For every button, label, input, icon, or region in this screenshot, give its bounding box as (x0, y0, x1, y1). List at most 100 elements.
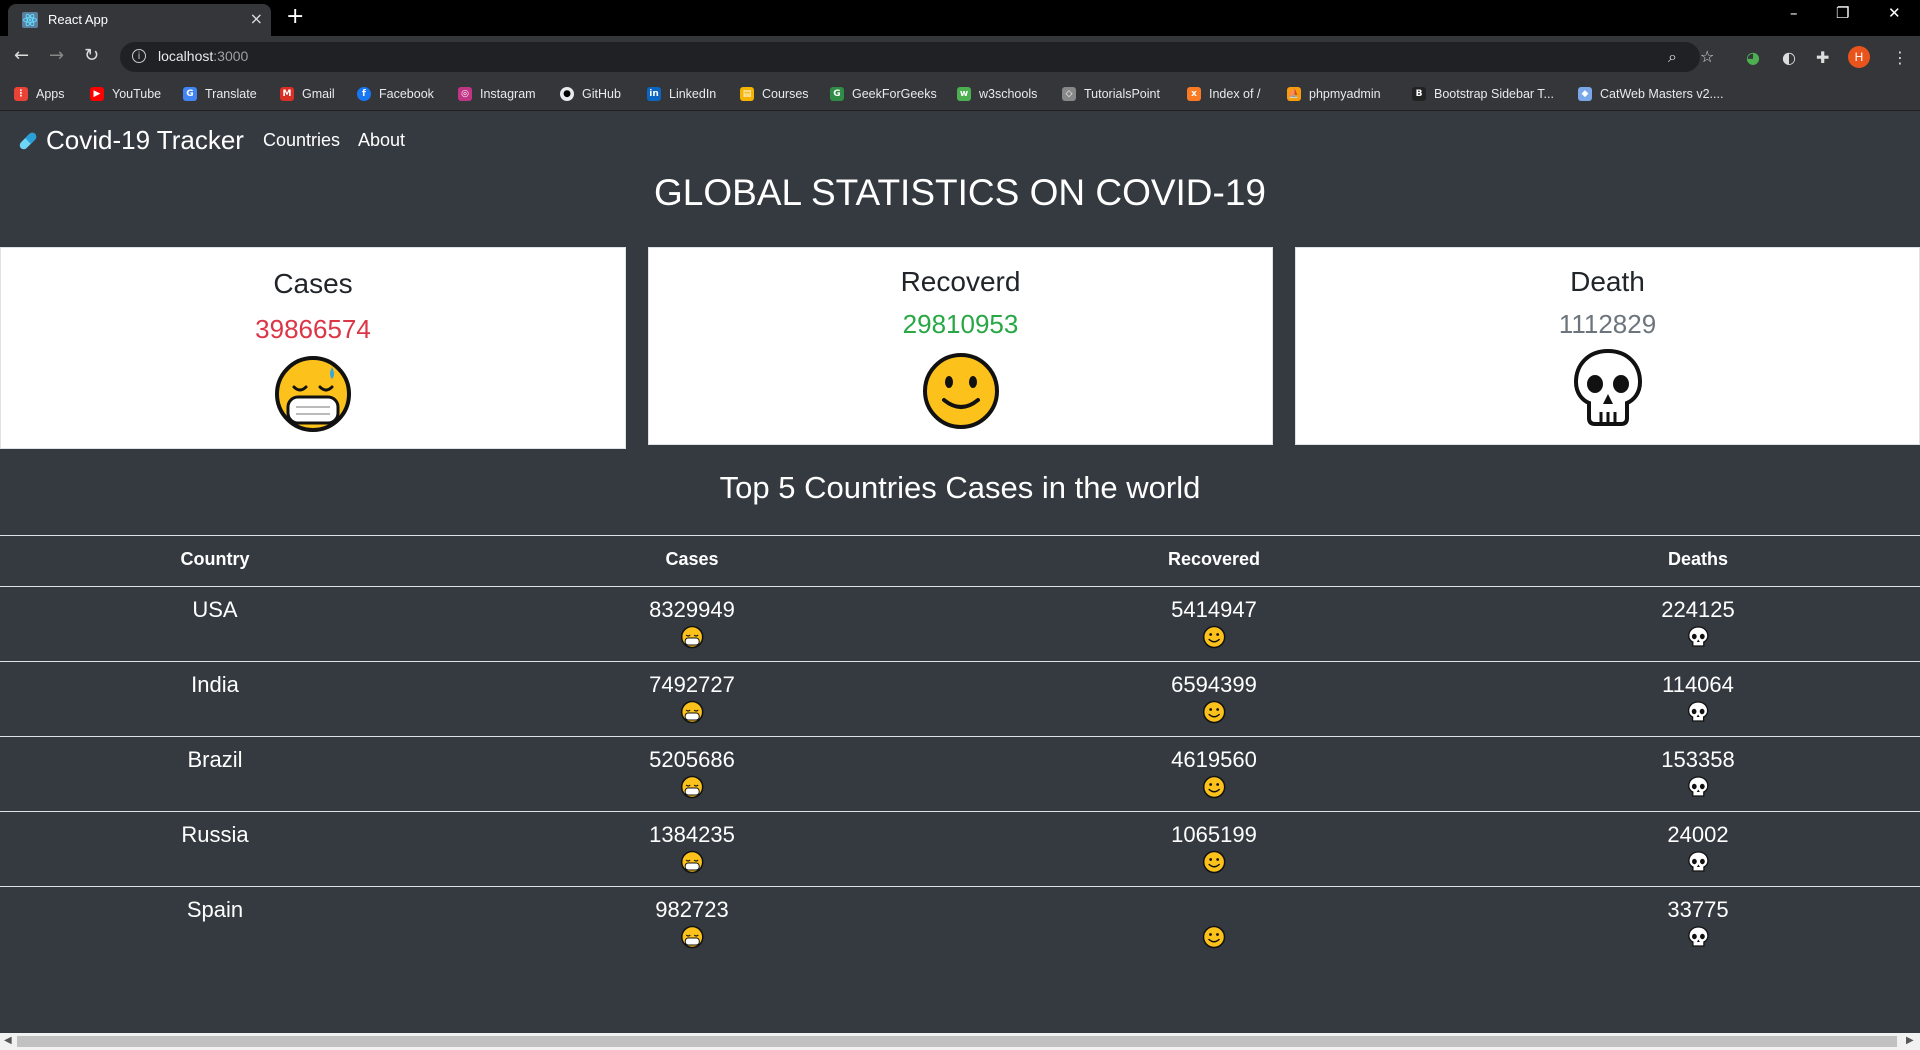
zoom-icon[interactable]: ⌕ (1668, 47, 1677, 67)
bookmark-tutorialspoint[interactable]: ◇ TutorialsPoint (1062, 84, 1160, 104)
brand-link[interactable]: Covid-19 Tracker (16, 125, 244, 156)
skull-emoji (1687, 926, 1709, 947)
tutorialspoint-icon: ◇ (1062, 87, 1076, 101)
bookmark-instagram[interactable]: ◎ Instagram (458, 84, 536, 104)
bookmark-linkedin[interactable]: in LinkedIn (647, 84, 716, 104)
mask-face-emoji (680, 775, 704, 799)
deaths-value: 24002 (1667, 822, 1729, 847)
app-navbar: Covid-19 Tracker Countries About (0, 110, 1920, 172)
restore-icon[interactable]: ❐ (1836, 4, 1849, 22)
country-cell: Brazil (187, 747, 242, 773)
bookmark-courses[interactable]: ▤ Courses (740, 84, 809, 104)
recovered-value: 29810953 (902, 309, 1019, 339)
skull-emoji (1687, 626, 1709, 647)
death-value: 1112829 (1558, 309, 1657, 339)
country-cell: Spain (187, 897, 243, 923)
scroll-right-icon[interactable]: ▶ (1906, 1035, 1914, 1046)
smile-face-emoji (1202, 700, 1226, 724)
minimize-icon[interactable]: – (1790, 4, 1798, 22)
phpmyadmin-icon: ⛵ (1287, 87, 1301, 101)
bookmark-github[interactable]: ● GitHub (560, 84, 621, 104)
cases-value: 39866574 (255, 314, 371, 344)
recovered-value (1202, 897, 1226, 923)
menu-kebab-icon[interactable]: ⋮ (1892, 48, 1908, 67)
bookmark-index-of[interactable]: x Index of / (1187, 84, 1260, 104)
tab-close-icon[interactable]: × (250, 9, 263, 28)
cases-cell: 982723 (655, 897, 729, 949)
smile-face-emoji (922, 353, 999, 429)
scrollbar-thumb[interactable] (17, 1036, 1897, 1047)
deaths-value: 33775 (1667, 897, 1729, 922)
address-bar[interactable]: i localhost:3000 ⌕ ☆ (120, 42, 1714, 72)
country-value: India (191, 672, 239, 697)
capsule-icon (19, 132, 37, 149)
country-value: Brazil (187, 747, 243, 772)
deaths-cell: 24002 (1667, 822, 1729, 874)
deaths-value: 114064 (1662, 672, 1734, 697)
skull-emoji (1687, 851, 1709, 872)
recovered-cell (1202, 897, 1226, 949)
react-logo-icon (22, 12, 38, 28)
header-recovered: Recovered (1167, 549, 1261, 569)
browser-toolbar: ← → ↻ i localhost:3000 ⌕ ☆ ◕ ◐ ✚ H ⋮ (0, 36, 1920, 78)
section-title: Top 5 Countries Cases in the world (719, 470, 1201, 505)
table-row: Russia 1384235 1065199 24002 (0, 812, 1920, 887)
bookmark-geekforgeeks[interactable]: G GeekForGeeks (830, 84, 937, 104)
bookmark-apps[interactable]: ⋮ Apps (14, 84, 65, 104)
browser-tab-bar: React App × + – ❐ ✕ (0, 0, 1920, 36)
country-value: USA (192, 597, 238, 622)
header-cases: Cases (665, 549, 719, 569)
reload-icon[interactable]: ↻ (84, 45, 99, 66)
bookmark-bootstrap-sidebar[interactable]: B Bootstrap Sidebar T... (1412, 84, 1554, 104)
card-title: Recoverd (900, 266, 1021, 297)
table-row: India 7492727 6594399 114064 (0, 662, 1920, 737)
nav-about[interactable]: About (358, 130, 405, 151)
new-tab-icon[interactable]: + (286, 4, 304, 29)
scroll-left-icon[interactable]: ◀ (4, 1035, 12, 1046)
cases-cell: 5205686 (649, 747, 735, 799)
nav-countries[interactable]: Countries (263, 130, 340, 151)
bookmark-star-icon[interactable]: ☆ (1700, 47, 1714, 66)
bookmark-youtube[interactable]: ▶ YouTube (90, 84, 161, 104)
deaths-cell: 33775 (1667, 897, 1729, 949)
recovered-cell: 6594399 (1171, 672, 1257, 724)
catweb-icon: ◆ (1578, 87, 1592, 101)
recovered-cell: 1065199 (1171, 822, 1257, 874)
w3schools-icon: w (957, 87, 971, 101)
smile-face-emoji (1202, 925, 1226, 949)
mask-face-emoji (275, 356, 351, 432)
table-header-row: Country Cases Recovered Deaths (0, 535, 1920, 587)
skull-emoji (1687, 776, 1709, 797)
horizontal-scrollbar[interactable]: ◀ ▶ (0, 1033, 1920, 1050)
country-cell: Russia (181, 822, 248, 848)
bookmark-phpmyadmin[interactable]: ⛵ phpmyadmin (1287, 84, 1381, 104)
extension-icon[interactable]: ◐ (1782, 48, 1796, 67)
bookmark-catweb[interactable]: ◆ CatWeb Masters v2.... (1578, 84, 1723, 104)
instagram-icon: ◎ (458, 87, 472, 101)
gmail-icon: M (280, 87, 294, 101)
profile-avatar[interactable]: H (1848, 46, 1870, 68)
bookmark-gmail[interactable]: M Gmail (280, 84, 335, 104)
cases-value: 1384235 (649, 822, 735, 847)
back-icon[interactable]: ← (14, 45, 29, 66)
recovered-value: 4619560 (1171, 747, 1257, 772)
table-row: Spain 982723 33775 (0, 887, 1920, 961)
bookmark-translate[interactable]: G Translate (183, 84, 257, 104)
site-info-icon[interactable]: i (132, 49, 146, 63)
extensions-puzzle-icon[interactable]: ✚ (1816, 48, 1829, 67)
close-window-icon[interactable]: ✕ (1888, 4, 1901, 22)
country-cell: India (191, 672, 239, 698)
extension-icon[interactable]: ◕ (1746, 48, 1760, 67)
linkedin-icon: in (647, 87, 661, 101)
deaths-value: 153358 (1661, 747, 1735, 772)
browser-tab[interactable]: React App × (8, 4, 271, 36)
xampp-icon: x (1187, 87, 1201, 101)
cases-value: 982723 (655, 897, 729, 922)
mask-face-emoji (680, 700, 704, 724)
forward-icon[interactable]: → (49, 45, 64, 66)
top-countries-table: Country Cases Recovered Deaths USA 832994… (0, 535, 1920, 961)
bookmark-facebook[interactable]: f Facebook (357, 84, 434, 104)
page-title: GLOBAL STATISTICS ON COVID-19 (654, 172, 1266, 213)
bookmark-w3schools[interactable]: w w3schools (957, 84, 1037, 104)
country-value: Spain (186, 897, 244, 922)
